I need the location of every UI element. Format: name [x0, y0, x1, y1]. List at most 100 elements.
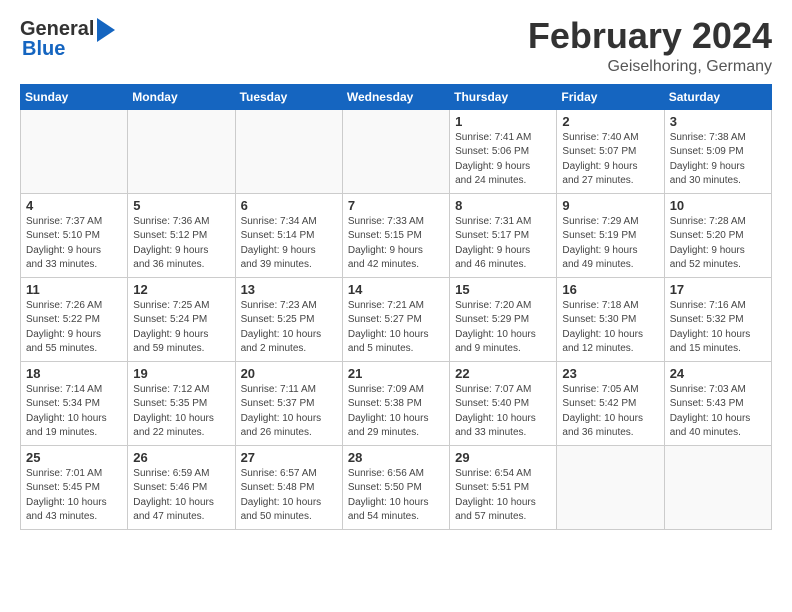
calendar-cell — [664, 445, 771, 529]
calendar-header: Sunday Monday Tuesday Wednesday Thursday… — [21, 84, 772, 109]
calendar-cell: 26 Sunrise: 6:59 AM Sunset: 5:46 PM Dayli… — [128, 445, 235, 529]
calendar-cell: 24Sunrise: 7:03 AM Sunset: 5:43 PM Dayli… — [664, 361, 771, 445]
day-number: 1 — [455, 114, 551, 129]
day-info: Sunrise: 7:05 AM Sunset: 5:42 PM Dayligh… — [562, 383, 658, 441]
day-number: 2 — [562, 114, 658, 129]
calendar-cell: 7 Sunrise: 7:33 AM Sunset: 5:15 PM Daylig… — [342, 193, 449, 277]
calendar-week-3: 11Sunrise: 7:26 AM Sunset: 5:22 PM Dayli… — [21, 277, 772, 361]
day-number: 11 — [26, 282, 122, 297]
day-number: 6 — [241, 198, 337, 213]
calendar-cell: 5 Sunrise: 7:36 AM Sunset: 5:12 PM Daylig… — [128, 193, 235, 277]
page-subtitle: Geiselhoring, Germany — [528, 58, 772, 76]
page: General Blue February 2024 Geiselhoring,… — [0, 0, 792, 540]
title-block: February 2024 Geiselhoring, Germany — [528, 16, 772, 76]
calendar-cell — [21, 109, 128, 193]
col-wednesday: Wednesday — [342, 84, 449, 109]
day-number: 26 — [133, 450, 229, 465]
calendar-cell — [128, 109, 235, 193]
day-info: Sunrise: 6:54 AM Sunset: 5:51 PM Dayligh… — [455, 467, 551, 525]
day-number: 3 — [670, 114, 766, 129]
day-info: Sunrise: 7:18 AM Sunset: 5:30 PM Dayligh… — [562, 299, 658, 357]
day-info: Sunrise: 7:33 AM Sunset: 5:15 PM Dayligh… — [348, 215, 444, 273]
calendar-cell: 27 Sunrise: 6:57 AM Sunset: 5:48 PM Dayli… — [235, 445, 342, 529]
day-number: 10 — [670, 198, 766, 213]
day-info: Sunrise: 6:57 AM Sunset: 5:48 PM Dayligh… — [241, 467, 337, 525]
calendar-cell: 25Sunrise: 7:01 AM Sunset: 5:45 PM Dayli… — [21, 445, 128, 529]
day-number: 21 — [348, 366, 444, 381]
calendar-table: Sunday Monday Tuesday Wednesday Thursday… — [20, 84, 772, 530]
calendar-cell: 2 Sunrise: 7:40 AM Sunset: 5:07 PM Daylig… — [557, 109, 664, 193]
calendar-week-2: 4 Sunrise: 7:37 AM Sunset: 5:10 PM Daylig… — [21, 193, 772, 277]
calendar-cell: 20 Sunrise: 7:11 AM Sunset: 5:37 PM Dayli… — [235, 361, 342, 445]
day-number: 7 — [348, 198, 444, 213]
calendar-cell — [557, 445, 664, 529]
logo: General Blue — [20, 16, 115, 61]
day-number: 14 — [348, 282, 444, 297]
header: General Blue February 2024 Geiselhoring,… — [20, 16, 772, 76]
day-number: 12 — [133, 282, 229, 297]
day-info: Sunrise: 7:25 AM Sunset: 5:24 PM Dayligh… — [133, 299, 229, 357]
calendar-cell: 29 Sunrise: 6:54 AM Sunset: 5:51 PM Dayli… — [450, 445, 557, 529]
calendar-week-4: 18 Sunrise: 7:14 AM Sunset: 5:34 PM Dayli… — [21, 361, 772, 445]
page-title: February 2024 — [528, 16, 772, 56]
day-number: 8 — [455, 198, 551, 213]
calendar-week-1: 1 Sunrise: 7:41 AM Sunset: 5:06 PM Daylig… — [21, 109, 772, 193]
day-info: Sunrise: 7:36 AM Sunset: 5:12 PM Dayligh… — [133, 215, 229, 273]
calendar-cell: 11Sunrise: 7:26 AM Sunset: 5:22 PM Dayli… — [21, 277, 128, 361]
day-number: 24 — [670, 366, 766, 381]
day-number: 17 — [670, 282, 766, 297]
day-info: Sunrise: 7:41 AM Sunset: 5:06 PM Dayligh… — [455, 131, 551, 189]
calendar-cell: 22Sunrise: 7:07 AM Sunset: 5:40 PM Dayli… — [450, 361, 557, 445]
day-number: 29 — [455, 450, 551, 465]
header-row: Sunday Monday Tuesday Wednesday Thursday… — [21, 84, 772, 109]
calendar-cell: 19Sunrise: 7:12 AM Sunset: 5:35 PM Dayli… — [128, 361, 235, 445]
calendar-cell: 4 Sunrise: 7:37 AM Sunset: 5:10 PM Daylig… — [21, 193, 128, 277]
day-info: Sunrise: 6:56 AM Sunset: 5:50 PM Dayligh… — [348, 467, 444, 525]
day-info: Sunrise: 7:40 AM Sunset: 5:07 PM Dayligh… — [562, 131, 658, 189]
day-info: Sunrise: 7:09 AM Sunset: 5:38 PM Dayligh… — [348, 383, 444, 441]
day-number: 27 — [241, 450, 337, 465]
calendar-cell: 23 Sunrise: 7:05 AM Sunset: 5:42 PM Dayli… — [557, 361, 664, 445]
calendar-cell: 17 Sunrise: 7:16 AM Sunset: 5:32 PM Dayli… — [664, 277, 771, 361]
col-monday: Monday — [128, 84, 235, 109]
day-info: Sunrise: 7:28 AM Sunset: 5:20 PM Dayligh… — [670, 215, 766, 273]
day-info: Sunrise: 6:59 AM Sunset: 5:46 PM Dayligh… — [133, 467, 229, 525]
day-info: Sunrise: 7:38 AM Sunset: 5:09 PM Dayligh… — [670, 131, 766, 189]
day-number: 4 — [26, 198, 122, 213]
col-tuesday: Tuesday — [235, 84, 342, 109]
day-info: Sunrise: 7:01 AM Sunset: 5:45 PM Dayligh… — [26, 467, 122, 525]
day-info: Sunrise: 7:16 AM Sunset: 5:32 PM Dayligh… — [670, 299, 766, 357]
calendar-cell: 1 Sunrise: 7:41 AM Sunset: 5:06 PM Daylig… — [450, 109, 557, 193]
col-friday: Friday — [557, 84, 664, 109]
calendar-cell: 3 Sunrise: 7:38 AM Sunset: 5:09 PM Daylig… — [664, 109, 771, 193]
day-number: 5 — [133, 198, 229, 213]
col-thursday: Thursday — [450, 84, 557, 109]
day-number: 16 — [562, 282, 658, 297]
calendar-cell: 8 Sunrise: 7:31 AM Sunset: 5:17 PM Daylig… — [450, 193, 557, 277]
day-info: Sunrise: 7:29 AM Sunset: 5:19 PM Dayligh… — [562, 215, 658, 273]
day-info: Sunrise: 7:20 AM Sunset: 5:29 PM Dayligh… — [455, 299, 551, 357]
day-info: Sunrise: 7:31 AM Sunset: 5:17 PM Dayligh… — [455, 215, 551, 273]
calendar-cell: 15Sunrise: 7:20 AM Sunset: 5:29 PM Dayli… — [450, 277, 557, 361]
calendar-cell: 10 Sunrise: 7:28 AM Sunset: 5:20 PM Dayli… — [664, 193, 771, 277]
day-info: Sunrise: 7:11 AM Sunset: 5:37 PM Dayligh… — [241, 383, 337, 441]
day-info: Sunrise: 7:14 AM Sunset: 5:34 PM Dayligh… — [26, 383, 122, 441]
day-info: Sunrise: 7:21 AM Sunset: 5:27 PM Dayligh… — [348, 299, 444, 357]
calendar-cell — [342, 109, 449, 193]
calendar-cell: 6Sunrise: 7:34 AM Sunset: 5:14 PM Daylig… — [235, 193, 342, 277]
day-number: 28 — [348, 450, 444, 465]
col-sunday: Sunday — [21, 84, 128, 109]
day-number: 23 — [562, 366, 658, 381]
day-number: 19 — [133, 366, 229, 381]
day-info: Sunrise: 7:37 AM Sunset: 5:10 PM Dayligh… — [26, 215, 122, 273]
calendar-cell: 16 Sunrise: 7:18 AM Sunset: 5:30 PM Dayli… — [557, 277, 664, 361]
calendar-cell: 28 Sunrise: 6:56 AM Sunset: 5:50 PM Dayli… — [342, 445, 449, 529]
calendar-cell: 13 Sunrise: 7:23 AM Sunset: 5:25 PM Dayli… — [235, 277, 342, 361]
day-number: 18 — [26, 366, 122, 381]
day-info: Sunrise: 7:23 AM Sunset: 5:25 PM Dayligh… — [241, 299, 337, 357]
calendar-cell: 9Sunrise: 7:29 AM Sunset: 5:19 PM Daylig… — [557, 193, 664, 277]
day-number: 13 — [241, 282, 337, 297]
day-number: 20 — [241, 366, 337, 381]
calendar-cell: 14 Sunrise: 7:21 AM Sunset: 5:27 PM Dayli… — [342, 277, 449, 361]
logo-triangle-icon — [97, 18, 115, 42]
